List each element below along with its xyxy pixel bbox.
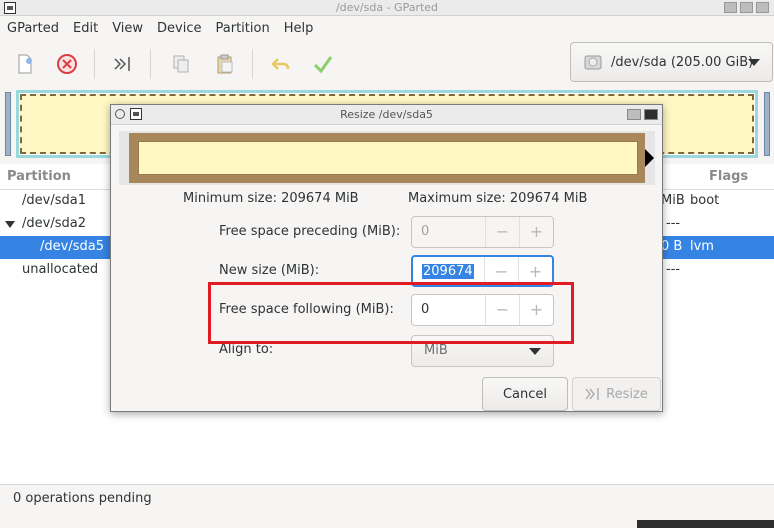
free-preceding-label: Free space preceding (MiB):	[219, 224, 401, 239]
menu-help[interactable]: Help	[277, 17, 321, 41]
menu-partition[interactable]: Partition	[209, 17, 277, 41]
bottom-strip	[0, 516, 774, 528]
chevron-down-icon	[529, 348, 541, 355]
resize-button-label: Resize	[606, 386, 648, 402]
dialog-titlebar: Resize /dev/sda5	[111, 105, 662, 125]
statusbar: 0 operations pending	[0, 484, 774, 516]
window-title: /dev/sda - GParted	[335, 1, 439, 14]
new-size-label: New size (MiB):	[219, 263, 320, 278]
resize-button[interactable]: Resize	[572, 377, 661, 411]
highlight-annotation	[208, 282, 574, 344]
minimize-icon[interactable]	[724, 2, 737, 13]
menubar: GParted Edit View Device Partition Help	[0, 17, 774, 41]
resize-handle-arrow-icon[interactable]	[645, 149, 654, 167]
device-selector[interactable]: /dev/sda (205.00 GiB)	[570, 42, 773, 82]
column-header-partition[interactable]: Partition	[7, 169, 71, 184]
status-text: 0 operations pending	[13, 491, 152, 506]
copy-button[interactable]	[166, 49, 196, 79]
close-window-icon[interactable]	[756, 2, 769, 13]
delete-partition-button[interactable]	[52, 49, 82, 79]
partition-flags: ---	[666, 216, 681, 231]
expander-chevron-down-icon[interactable]	[5, 221, 15, 228]
undo-icon	[271, 58, 290, 70]
menu-view[interactable]: View	[105, 17, 150, 41]
dialog-title: Resize /dev/sda5	[340, 108, 433, 121]
chevron-down-icon	[748, 59, 760, 66]
maximum-size-label: Maximum size: 209674 MiB	[408, 191, 588, 206]
resize-move-button[interactable]	[108, 49, 138, 79]
partition-flags: boot	[690, 193, 720, 208]
align-to-value: MiB	[424, 343, 448, 358]
menu-device[interactable]: Device	[150, 17, 208, 41]
new-partition-button[interactable]	[10, 49, 40, 79]
paste-button[interactable]	[210, 49, 240, 79]
align-to-label: Align to:	[219, 342, 274, 357]
delete-icon	[57, 54, 77, 74]
partition-flags: ---	[666, 262, 681, 277]
new-size-value: 209674	[422, 264, 474, 279]
partition-size-tail: MiB	[661, 193, 685, 208]
apply-button[interactable]	[308, 49, 338, 79]
resize-move-icon	[114, 57, 130, 71]
copy-icon	[173, 55, 189, 73]
resize-move-icon	[585, 388, 599, 400]
decrement-button[interactable]: −	[485, 217, 519, 247]
decrement-button[interactable]: −	[484, 257, 518, 285]
maximize-icon[interactable]	[740, 2, 753, 13]
partition-size-tail: 0 B	[661, 239, 683, 254]
increment-button[interactable]: +	[519, 217, 553, 247]
taskbar-fragment	[637, 520, 774, 528]
menu-gparted[interactable]: GParted	[0, 17, 66, 41]
partition-name: /dev/sda5	[40, 239, 104, 254]
undo-button[interactable]	[266, 49, 296, 79]
resize-graphic-partition[interactable]	[138, 141, 638, 175]
harddisk-icon	[584, 55, 602, 70]
resize-dialog: Resize /dev/sda5 Minimum size: 209674 Mi…	[110, 104, 663, 412]
menu-edit[interactable]: Edit	[66, 17, 105, 41]
increment-button[interactable]: +	[518, 257, 552, 285]
minimum-size-label: Minimum size: 209674 MiB	[183, 191, 359, 206]
visual-scroll-handle-right	[764, 92, 770, 156]
new-icon	[18, 54, 32, 74]
cancel-button[interactable]: Cancel	[482, 377, 568, 411]
window-titlebar: /dev/sda - GParted	[0, 0, 774, 16]
free-preceding-value: 0	[421, 224, 430, 239]
partition-name: /dev/sda1	[22, 193, 86, 208]
free-preceding-spinbox[interactable]: 0 − +	[411, 216, 554, 248]
column-header-flags[interactable]: Flags	[709, 169, 748, 184]
visual-scroll-handle-left	[5, 92, 11, 156]
paste-icon	[217, 54, 233, 74]
partition-name: unallocated	[22, 262, 99, 277]
device-label: /dev/sda (205.00 GiB)	[611, 54, 754, 70]
dialog-close-icon[interactable]	[644, 109, 658, 120]
partition-flags: lvm	[690, 239, 714, 254]
apply-icon	[313, 56, 333, 74]
partition-name: /dev/sda2	[22, 216, 86, 231]
dialog-maximize-icon[interactable]	[627, 109, 641, 120]
